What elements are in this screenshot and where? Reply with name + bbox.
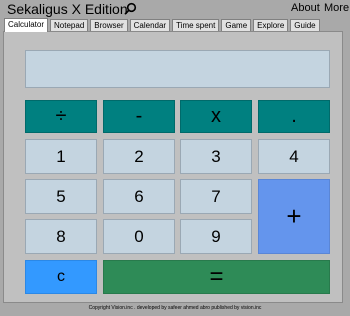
plus-button[interactable]: + xyxy=(258,179,330,254)
multiply-button[interactable]: x xyxy=(180,100,252,133)
clear-button[interactable]: c xyxy=(25,260,97,294)
digit-6-button[interactable]: 6 xyxy=(103,179,175,214)
digit-4-button[interactable]: 4 xyxy=(258,139,330,174)
digit-2-button[interactable]: 2 xyxy=(103,139,175,174)
copyright-text: Copyright Vision.inc . developed by safe… xyxy=(88,305,262,311)
divide-button[interactable]: ÷ xyxy=(25,100,97,133)
digit-9-button[interactable]: 9 xyxy=(180,219,252,254)
more-link[interactable]: More xyxy=(324,2,349,14)
equals-button[interactable]: = xyxy=(103,260,330,294)
dot-button[interactable]: . xyxy=(258,100,330,133)
tab-calculator[interactable]: Calculator xyxy=(4,18,49,32)
digit-5-button[interactable]: 5 xyxy=(25,179,97,214)
app-title: Sekaligus X Edition xyxy=(7,1,128,17)
minus-button[interactable]: - xyxy=(103,100,175,133)
digit-1-button[interactable]: 1 xyxy=(25,139,97,174)
search-icon[interactable] xyxy=(124,2,137,15)
digit-3-button[interactable]: 3 xyxy=(180,139,252,174)
tab-strip: Calculator Notepad Browser Calendar Time… xyxy=(4,18,322,32)
digit-8-button[interactable]: 8 xyxy=(25,219,97,254)
about-link[interactable]: About xyxy=(291,2,320,14)
calculator-display xyxy=(25,50,330,88)
digit-0-button[interactable]: 0 xyxy=(103,219,175,254)
digit-7-button[interactable]: 7 xyxy=(180,179,252,214)
